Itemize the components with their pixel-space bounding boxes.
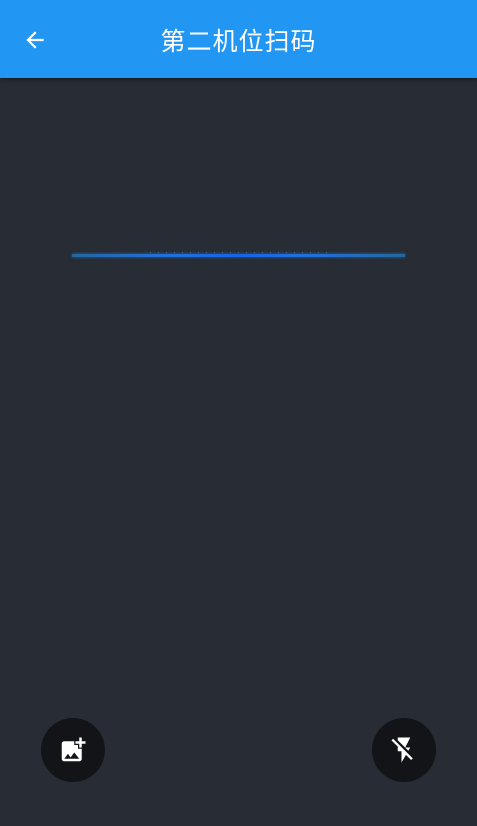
back-button[interactable]: [12, 17, 58, 63]
scan-screen: 第二机位扫码: [0, 0, 477, 826]
camera-preview: [0, 78, 477, 826]
flash-off-icon: [391, 737, 413, 763]
gallery-button[interactable]: [41, 718, 105, 782]
app-bar: 第二机位扫码: [0, 0, 477, 78]
arrow-back-icon: [26, 31, 44, 49]
scan-line: [72, 254, 405, 257]
add-photo-icon: [61, 737, 86, 762]
flash-toggle-button[interactable]: [372, 718, 436, 782]
page-title: 第二机位扫码: [160, 27, 317, 56]
scan-line-dots: [150, 252, 330, 253]
